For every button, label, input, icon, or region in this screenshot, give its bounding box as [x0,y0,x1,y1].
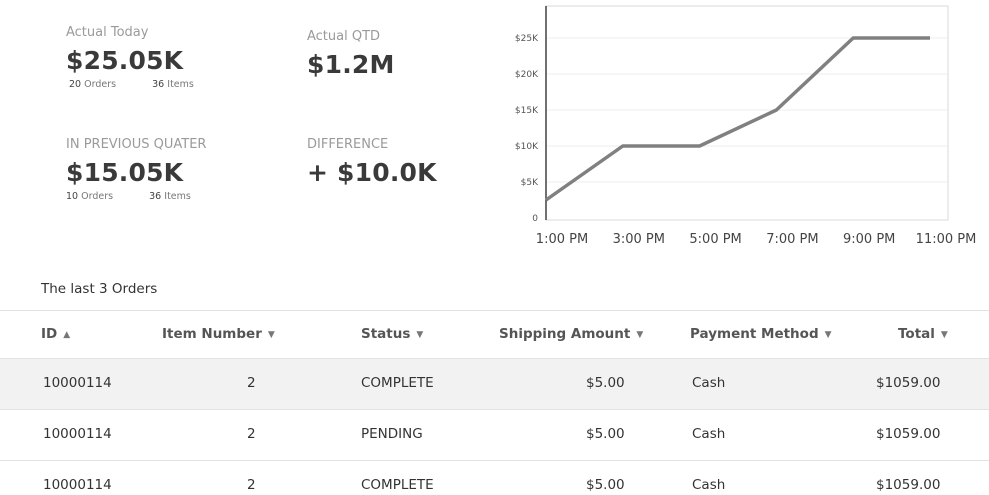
cell-total: $1059.00 [876,477,941,493]
sort-desc-icon: ▼ [636,330,644,340]
y-tick-label: 0 [532,214,538,224]
x-tick-label: 3:00 PM [613,232,665,247]
sort-desc-icon: ▼ [267,330,275,340]
orders-count: 20 [69,79,82,90]
y-axis-ticks: 0 $5K $10K $15K $20K $25K [515,34,539,224]
cell-status: PENDING [361,426,423,442]
stat-label: Actual QTD [307,29,381,44]
cell-payment-method: Cash [692,375,726,391]
y-tick-label: $20K [515,70,539,80]
stat-actual-today: Actual Today $25.05K 20 Orders 36 Items [66,25,194,90]
column-label: Total [898,326,935,342]
stat-breakdown: 10 Orders 36 Items [66,191,206,202]
cell-item-number: 2 [247,426,256,442]
column-header-item-number[interactable]: Item Number ▼ [162,326,275,342]
sales-line-chart: 0 $5K $10K $15K $20K $25K 1:00 PM 3:00 PM 5:00 … [515,5,977,247]
column-header-shipping-amount[interactable]: Shipping Amount ▼ [499,326,643,342]
cell-shipping-amount: $5.00 [586,426,625,442]
stat-difference: DIFFERENCE + $10.0K [307,137,437,187]
cell-status: COMPLETE [361,375,434,391]
stat-actual-qtd: Actual QTD $1.2M [307,29,395,79]
column-header-payment-method[interactable]: Payment Method ▼ [690,326,832,342]
stat-value: $15.05K [66,158,184,187]
column-header-id[interactable]: ID ▲ [41,326,70,342]
orders-count: 10 [66,191,79,202]
orders-table: ID ▲ Item Number ▼ Status ▼ Shipping Amount… [0,310,989,495]
chart-grid [546,37,948,183]
table-header: ID ▲ Item Number ▼ Status ▼ Shipping Amount… [0,310,989,359]
table-row[interactable]: 10000114 2 COMPLETE $5.00 Cash $1059.00 [0,461,989,495]
cell-shipping-amount: $5.00 [586,375,625,391]
items-label: Items [164,191,191,202]
cell-status: COMPLETE [361,477,434,493]
column-label: Status [361,326,411,342]
cell-id: 10000114 [43,375,112,391]
table-row[interactable]: 10000114 2 COMPLETE $5.00 Cash $1059.00 [0,359,989,410]
column-label: Item Number [162,326,262,342]
stat-value: $25.05K [66,46,184,75]
x-tick-label: 7:00 PM [766,232,818,247]
x-axis-ticks: 1:00 PM 3:00 PM 5:00 PM 7:00 PM 9:00 PM 11:00… [536,232,977,247]
stat-label: DIFFERENCE [307,137,389,152]
stat-value: $1.2M [307,50,395,79]
cell-id: 10000114 [43,426,112,442]
cell-payment-method: Cash [692,477,726,493]
cell-total: $1059.00 [876,426,941,442]
sort-asc-icon: ▲ [63,330,71,340]
table-row[interactable]: 10000114 2 PENDING $5.00 Cash $1059.00 [0,410,989,461]
x-tick-label: 11:00 PM [916,232,977,247]
y-tick-label: $25K [515,34,539,44]
x-tick-label: 9:00 PM [843,232,895,247]
column-label: Shipping Amount [499,326,631,342]
sort-desc-icon: ▼ [940,330,948,340]
column-header-total[interactable]: Total ▼ [898,326,948,342]
series-line [544,36,930,202]
sort-desc-icon: ▼ [416,330,424,340]
cell-payment-method: Cash [692,426,726,442]
column-header-status[interactable]: Status ▼ [361,326,423,342]
cell-item-number: 2 [247,375,256,391]
column-label: Payment Method [690,326,819,342]
sort-desc-icon: ▼ [824,330,832,340]
items-label: Items [167,79,194,90]
x-tick-label: 5:00 PM [689,232,741,247]
chart-series [544,36,931,202]
orders-label: Orders [84,79,117,90]
stat-label: IN PREVIOUS QUATER [66,137,207,152]
orders-label: Orders [81,191,114,202]
stat-value: + $10.0K [307,158,437,187]
column-label: ID [41,326,58,342]
y-tick-label: $15K [515,106,539,116]
cell-shipping-amount: $5.00 [586,477,625,493]
items-count: 36 [152,79,165,90]
cell-total: $1059.00 [876,375,941,391]
stat-breakdown: 20 Orders 36 Items [69,79,194,90]
y-tick-label: $5K [521,178,539,188]
x-tick-label: 1:00 PM [536,232,588,247]
stat-label: Actual Today [66,25,149,40]
orders-section-title: The last 3 Orders [41,281,158,297]
items-count: 36 [149,191,162,202]
cell-id: 10000114 [43,477,112,493]
y-tick-label: $10K [515,142,539,152]
stat-previous-quarter: IN PREVIOUS QUATER $15.05K 10 Orders 36 … [66,137,206,202]
cell-item-number: 2 [247,477,256,493]
